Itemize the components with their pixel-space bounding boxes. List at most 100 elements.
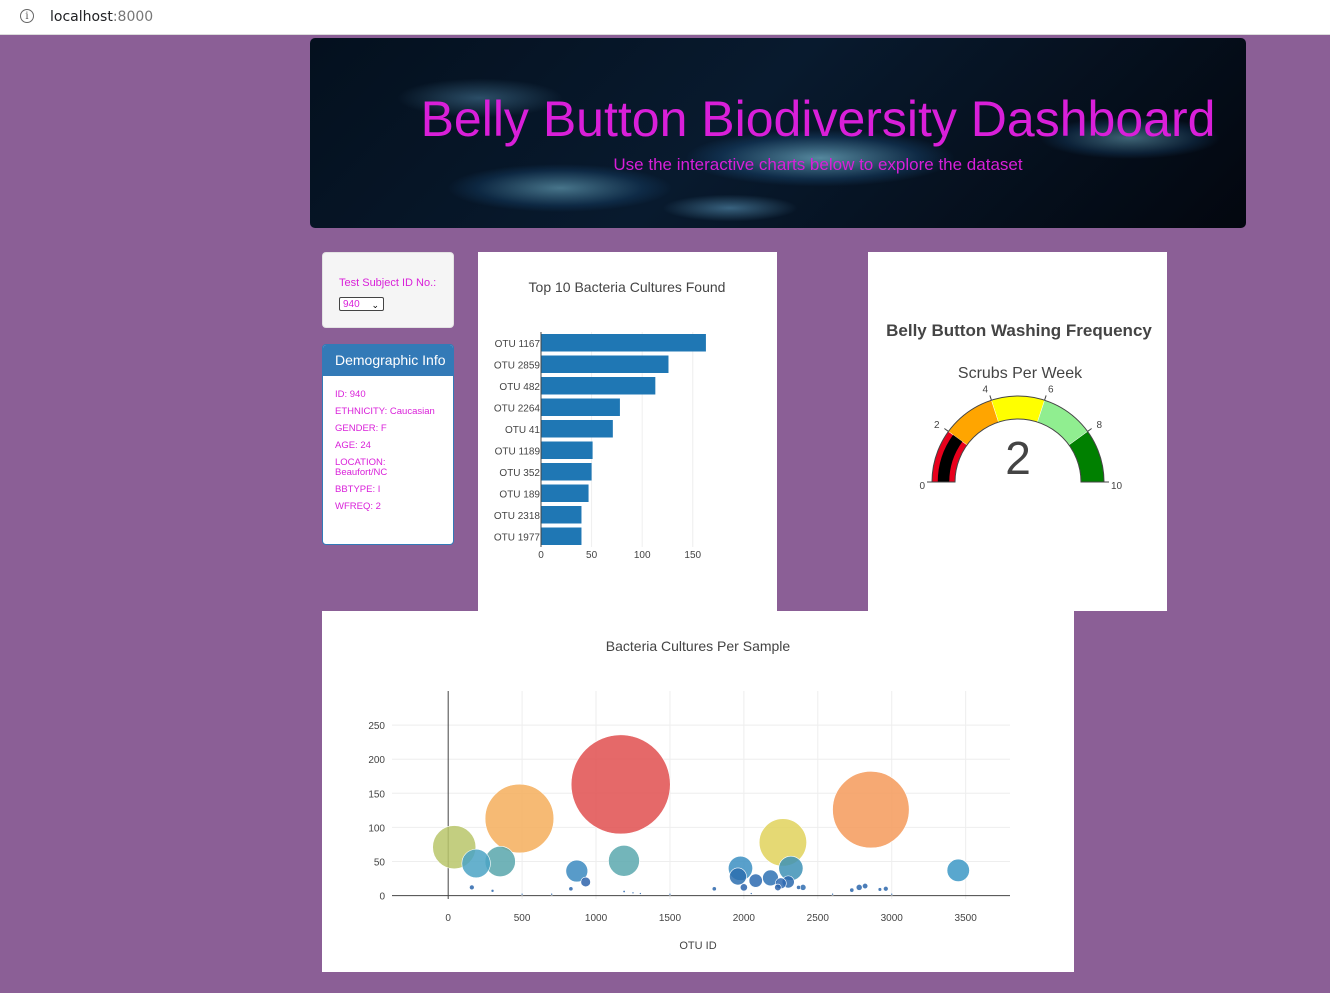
bubble-chart-title: Bacteria Cultures Per Sample [606, 638, 791, 654]
bar-category-label: OTU 352 [499, 468, 540, 479]
gauge-tick-label: 4 [982, 385, 988, 396]
gauge-value-number: 2 [1005, 432, 1031, 484]
bubble-xtick-label: 2000 [733, 913, 756, 924]
browser-address-bar[interactable]: i localhost:8000 [0, 0, 1330, 35]
bubble-point [639, 892, 642, 895]
subject-id-value: 940 [343, 299, 360, 310]
subject-selector-panel: Test Subject ID No.: 940 ⌄ [322, 252, 454, 328]
bubble-point [580, 876, 591, 888]
bar-xtick-label: 150 [684, 550, 701, 561]
bar-xtick-label: 50 [586, 550, 598, 561]
bubble-ytick-label: 100 [368, 823, 385, 834]
bubble-point [484, 783, 555, 854]
bubble-point [570, 734, 671, 835]
bubble-ytick-label: 250 [368, 721, 385, 732]
demo-wfreq: WFREQ: 2 [335, 501, 381, 512]
bubble-point [883, 886, 889, 892]
bar-category-label: OTU 1977 [494, 532, 541, 543]
demo-gender: GENDER: F [335, 423, 387, 434]
bubble-point [849, 887, 855, 893]
bubble-xtick-label: 2500 [807, 913, 830, 924]
subject-id-dropdown[interactable]: 940 ⌄ [339, 297, 384, 311]
bubble-point [855, 884, 863, 891]
demo-ethnicity: ETHNICITY: Caucasian [335, 406, 435, 417]
bar-mark [541, 441, 593, 459]
bubble-xtick-label: 3500 [955, 913, 978, 924]
bar-xtick-label: 0 [538, 550, 544, 561]
bar-category-label: OTU 2859 [494, 360, 541, 371]
bubble-ytick-label: 150 [368, 789, 385, 800]
bar-chart-card: Top 10 Bacteria Cultures Found 0 50 100 150 O… [478, 252, 777, 611]
bar-category-label: OTU 482 [499, 382, 540, 393]
bar-category-label: OTU 189 [499, 489, 540, 500]
gauge-tick-label: 10 [1111, 481, 1123, 492]
header-banner: Belly Button Biodiversity Dashboard Use … [310, 38, 1246, 228]
gauge-tick-mark [944, 428, 949, 432]
bubble-point [749, 892, 753, 895]
bubble-point [748, 873, 763, 888]
gauge-tick-label: 8 [1096, 420, 1102, 431]
bar-category-label: OTU 2318 [494, 511, 541, 522]
demographic-body: ID: 940 ETHNICITY: Caucasian GENDER: F A… [323, 376, 453, 512]
bubble-point [568, 886, 574, 892]
demo-location: LOCATION: Beaufort/NC [335, 457, 388, 478]
bubble-point [739, 883, 748, 892]
page-subtitle: Use the interactive charts below to expl… [613, 155, 1023, 174]
bubble-xtick-label: 1000 [585, 913, 608, 924]
bar-mark [541, 463, 592, 481]
bar-mark [541, 377, 656, 395]
bubble-point [631, 891, 635, 895]
bubble-xtick-label: 3000 [881, 913, 904, 924]
bubble-x-axis-label: OTU ID [679, 940, 716, 952]
bubble-point [711, 886, 717, 892]
gauge-title: Belly Button Washing Frequency [886, 321, 1152, 340]
bubble-point [461, 848, 491, 879]
bar-chart[interactable]: Top 10 Bacteria Cultures Found 0 50 100 150 O… [478, 252, 777, 611]
bubble-ytick-label: 200 [368, 755, 385, 766]
bubble-point [946, 858, 970, 882]
bar-category-label: OTU 2264 [494, 403, 541, 414]
gauge-tick-mark [989, 395, 992, 401]
demo-id: ID: 940 [335, 389, 366, 400]
bubble-xtick-label: 500 [514, 913, 531, 924]
bubble-xtick-label: 0 [445, 913, 451, 924]
bubble-point [550, 892, 553, 896]
bubble-point [520, 892, 524, 896]
gauge-tick-mark [1044, 395, 1047, 401]
subject-selector-label: Test Subject ID No.: [339, 277, 437, 289]
info-icon[interactable]: i [20, 9, 34, 23]
bubble-point [608, 845, 640, 877]
bar-mark [541, 398, 620, 416]
chevron-down-icon: ⌄ [371, 300, 379, 310]
bubble-point [490, 888, 495, 893]
gauge-chart[interactable]: Belly Button Washing Frequency Scrubs Per… [868, 252, 1167, 611]
bubble-ytick-label: 50 [374, 857, 386, 868]
bar-chart-title: Top 10 Bacteria Cultures Found [529, 279, 726, 295]
page-title: Belly Button Biodiversity Dashboard [420, 91, 1216, 147]
gauge-tick-label: 2 [934, 420, 940, 431]
bubble-point [622, 889, 626, 894]
gauge-chart-card: Belly Button Washing Frequency Scrubs Per… [868, 252, 1167, 611]
demographic-panel: Demographic Info ID: 940 ETHNICITY: Cauc… [322, 344, 454, 545]
url-text[interactable]: localhost:8000 [50, 9, 153, 25]
demographic-heading: Demographic Info [323, 345, 453, 376]
bubble-xtick-label: 1500 [659, 913, 682, 924]
bar-xtick-label: 100 [634, 550, 651, 561]
gauge-subtitle: Scrubs Per Week [958, 365, 1083, 382]
bubble-point [831, 892, 834, 896]
bar-mark [541, 334, 706, 352]
bar-mark [541, 420, 613, 438]
bar-category-label: OTU 1167 [495, 339, 541, 350]
bubble-point [832, 771, 910, 849]
bubble-point [469, 884, 475, 891]
bubble-point [890, 892, 894, 896]
bar-category-label: OTU 41 [505, 425, 540, 436]
gauge-tick-label: 0 [919, 481, 925, 492]
bubble-point [729, 867, 747, 886]
bubble-point [877, 887, 883, 892]
gauge-tick-label: 6 [1048, 385, 1054, 396]
bubble-point [796, 884, 802, 890]
bubble-point [774, 883, 782, 892]
bubble-chart[interactable]: Bacteria Cultures Per Sample 0 50 100 150 200… [322, 611, 1074, 972]
bubble-chart-card: Bacteria Cultures Per Sample 0 50 100 150 200… [322, 611, 1074, 972]
